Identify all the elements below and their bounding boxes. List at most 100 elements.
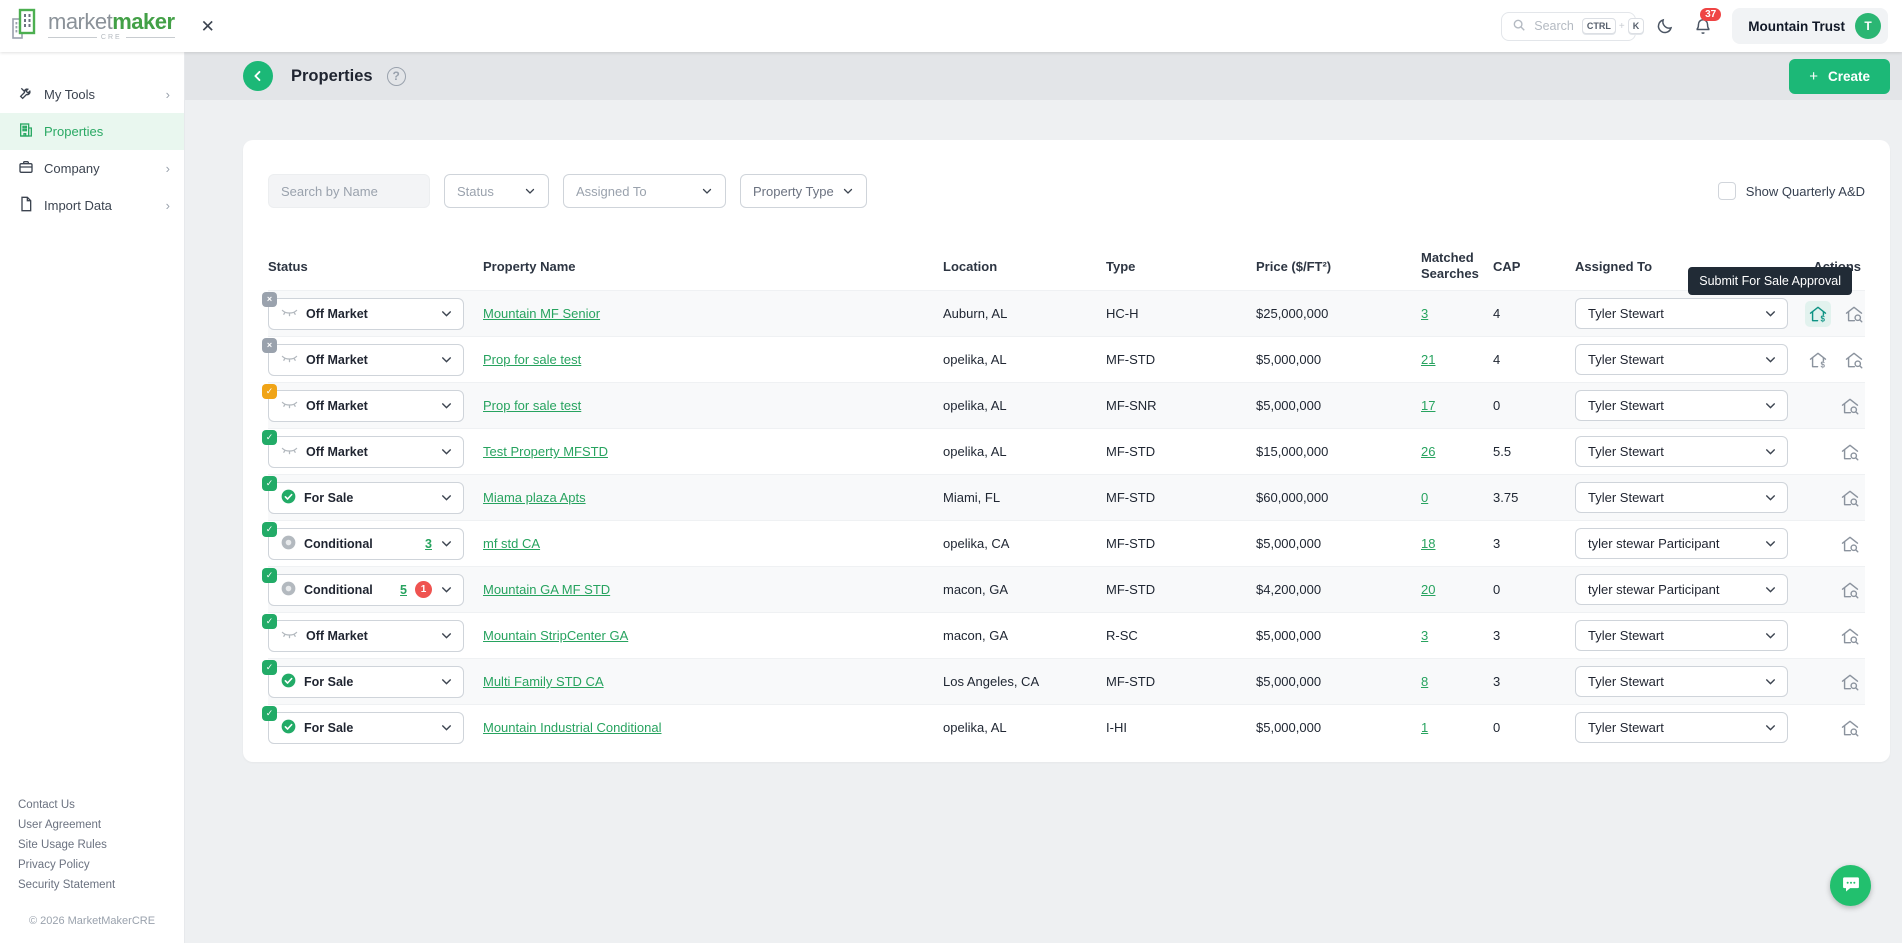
notifications-bell-icon[interactable]: 37 bbox=[1694, 17, 1712, 36]
matched-search-icon[interactable] bbox=[1837, 485, 1863, 511]
global-search-input[interactable]: Search CTRL + K bbox=[1501, 12, 1636, 41]
property-name-link[interactable]: Prop for sale test bbox=[483, 352, 581, 367]
sidebar-item-import-data[interactable]: Import Data › bbox=[0, 187, 184, 224]
matched-search-icon[interactable] bbox=[1837, 439, 1863, 465]
topbar: marketmaker CRE ✕ Search CTRL + K 37 Mou… bbox=[0, 0, 1902, 52]
chat-bubble-button[interactable] bbox=[1830, 865, 1871, 906]
footer-link-security-statement[interactable]: Security Statement bbox=[18, 879, 184, 891]
footer-link-privacy-policy[interactable]: Privacy Policy bbox=[18, 859, 184, 871]
show-quarterly-checkbox[interactable] bbox=[1718, 182, 1736, 200]
property-name-link[interactable]: Mountain Industrial Conditional bbox=[483, 720, 662, 735]
sidebar-item-company[interactable]: Company › bbox=[0, 150, 184, 187]
assigned-to-filter-dropdown[interactable]: Assigned To bbox=[563, 174, 726, 208]
matched-searches-link[interactable]: 17 bbox=[1421, 398, 1435, 413]
matched-search-icon[interactable] bbox=[1837, 715, 1863, 741]
matched-searches-link[interactable]: 26 bbox=[1421, 444, 1435, 459]
submit-for-sale-icon[interactable]: $ bbox=[1805, 301, 1831, 327]
status-dropdown[interactable]: ✓ Off Market bbox=[268, 620, 464, 652]
matched-search-icon[interactable] bbox=[1837, 531, 1863, 557]
matched-search-icon[interactable] bbox=[1837, 577, 1863, 603]
matched-search-icon[interactable] bbox=[1841, 347, 1867, 373]
matched-search-icon[interactable] bbox=[1837, 623, 1863, 649]
status-dropdown[interactable]: × Off Market bbox=[268, 344, 464, 376]
status-count-link[interactable]: 3 bbox=[425, 537, 432, 551]
kbd-k: K bbox=[1628, 18, 1645, 34]
assigned-to-dropdown[interactable]: Tyler Stewart bbox=[1575, 436, 1788, 467]
sidebar-close-icon[interactable]: ✕ bbox=[201, 18, 215, 35]
search-by-name-input[interactable] bbox=[268, 174, 430, 208]
status-dropdown[interactable]: ✓ Off Market bbox=[268, 436, 464, 468]
matched-search-icon[interactable] bbox=[1837, 393, 1863, 419]
property-name-link[interactable]: Multi Family STD CA bbox=[483, 674, 604, 689]
assigned-to-dropdown[interactable]: Tyler Stewart bbox=[1575, 390, 1788, 421]
assigned-to-value: Tyler Stewart bbox=[1588, 398, 1664, 413]
assigned-to-value: tyler stewar Participant bbox=[1588, 582, 1720, 597]
help-icon[interactable]: ? bbox=[387, 67, 406, 86]
dark-mode-moon-icon[interactable] bbox=[1656, 17, 1674, 35]
assigned-to-dropdown[interactable]: Tyler Stewart bbox=[1575, 344, 1788, 375]
matched-searches-link[interactable]: 1 bbox=[1421, 720, 1428, 735]
matched-searches-link[interactable]: 3 bbox=[1421, 306, 1428, 321]
property-type-filter-dropdown[interactable]: Property Type bbox=[740, 174, 867, 208]
header-status: Status bbox=[268, 259, 483, 274]
status-dropdown[interactable]: × Off Market bbox=[268, 298, 464, 330]
assigned-to-dropdown[interactable]: Tyler Stewart bbox=[1575, 298, 1788, 329]
status-dropdown[interactable]: ✓ Conditional 3 bbox=[268, 528, 464, 560]
type-cell: MF-STD bbox=[1106, 674, 1256, 689]
sidebar-item-my-tools[interactable]: My Tools › bbox=[0, 76, 184, 113]
assigned-to-dropdown[interactable]: Tyler Stewart bbox=[1575, 482, 1788, 513]
status-count-link[interactable]: 5 bbox=[400, 583, 407, 597]
status-dropdown[interactable]: ✓ Off Market bbox=[268, 390, 464, 422]
matched-search-icon[interactable] bbox=[1841, 301, 1867, 327]
cap-cell: 0 bbox=[1493, 582, 1575, 597]
status-dropdown[interactable]: ✓ Conditional 5 1 bbox=[268, 574, 464, 606]
footer-link-user-agreement[interactable]: User Agreement bbox=[18, 819, 184, 831]
property-name-link[interactable]: mf std CA bbox=[483, 536, 540, 551]
property-name-link[interactable]: Mountain StripCenter GA bbox=[483, 628, 628, 643]
sidebar-item-properties[interactable]: Properties bbox=[0, 113, 184, 150]
matched-search-icon[interactable] bbox=[1837, 669, 1863, 695]
app-logo: marketmaker CRE bbox=[10, 7, 175, 46]
assigned-to-dropdown[interactable]: Tyler Stewart bbox=[1575, 620, 1788, 651]
status-filter-dropdown[interactable]: Status bbox=[444, 174, 549, 208]
header-matched-searches: Matched Searches bbox=[1421, 250, 1481, 283]
matched-searches-link[interactable]: 3 bbox=[1421, 628, 1428, 643]
property-name-link[interactable]: Mountain MF Senior bbox=[483, 306, 600, 321]
chevron-right-icon: › bbox=[166, 198, 170, 213]
header-price: Price ($/FT²) bbox=[1256, 259, 1421, 274]
header-cap: CAP bbox=[1493, 259, 1575, 274]
building-icon bbox=[18, 122, 34, 141]
assigned-to-dropdown[interactable]: Tyler Stewart bbox=[1575, 712, 1788, 743]
matched-searches-link[interactable]: 18 bbox=[1421, 536, 1435, 551]
status-alert-badge: 1 bbox=[415, 581, 432, 598]
assigned-to-dropdown[interactable]: Tyler Stewart bbox=[1575, 666, 1788, 697]
matched-searches-link[interactable]: 20 bbox=[1421, 582, 1435, 597]
status-corner-badge: × bbox=[262, 338, 277, 353]
property-name-link[interactable]: Test Property MFSTD bbox=[483, 444, 608, 459]
property-name-link[interactable]: Prop for sale test bbox=[483, 398, 581, 413]
header-type: Type bbox=[1106, 259, 1256, 274]
footer-link-site-usage-rules[interactable]: Site Usage Rules bbox=[18, 839, 184, 851]
table-row: ✓ For Sale Mountain Industrial Condition… bbox=[268, 704, 1865, 750]
matched-searches-link[interactable]: 21 bbox=[1421, 352, 1435, 367]
matched-searches-link[interactable]: 0 bbox=[1421, 490, 1428, 505]
submit-for-sale-icon[interactable]: $ bbox=[1805, 347, 1831, 373]
chevron-down-icon bbox=[440, 307, 453, 320]
back-button[interactable] bbox=[243, 61, 273, 91]
assigned-to-dropdown[interactable]: tyler stewar Participant bbox=[1575, 528, 1788, 559]
status-dropdown[interactable]: ✓ For Sale bbox=[268, 666, 464, 698]
price-cell: $5,000,000 bbox=[1256, 536, 1421, 551]
sidebar-item-label: Company bbox=[44, 161, 100, 176]
create-button[interactable]: + Create bbox=[1789, 59, 1890, 94]
status-dropdown[interactable]: ✓ For Sale bbox=[268, 482, 464, 514]
account-menu[interactable]: Mountain Trust T bbox=[1732, 8, 1888, 44]
property-name-link[interactable]: Miama plaza Apts bbox=[483, 490, 586, 505]
show-quarterly-toggle: Show Quarterly A&D bbox=[1718, 182, 1865, 200]
status-dropdown[interactable]: ✓ For Sale bbox=[268, 712, 464, 744]
footer-link-contact-us[interactable]: Contact Us bbox=[18, 799, 184, 811]
assigned-to-dropdown[interactable]: tyler stewar Participant bbox=[1575, 574, 1788, 605]
property-name-link[interactable]: Mountain GA MF STD bbox=[483, 582, 610, 597]
assigned-to-value: Tyler Stewart bbox=[1588, 352, 1664, 367]
matched-searches-link[interactable]: 8 bbox=[1421, 674, 1428, 689]
account-name: Mountain Trust bbox=[1748, 19, 1845, 34]
